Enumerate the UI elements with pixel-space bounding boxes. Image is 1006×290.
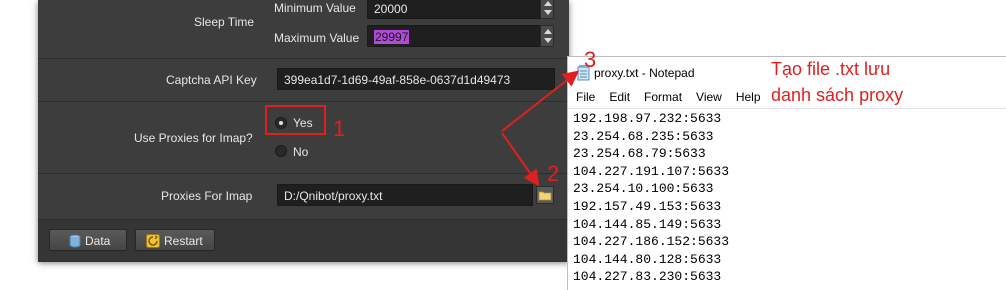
folder-icon bbox=[538, 191, 552, 201]
captcha-api-key-input[interactable]: 399ea1d7-1d69-49af-858e-0637d1d49473 bbox=[277, 68, 555, 90]
proxy-line: 104.227.83.230:5633 bbox=[573, 269, 722, 285]
spinner-down-icon[interactable] bbox=[544, 38, 552, 43]
annotation-note: Tạo file .txt lưu danh sách proxy bbox=[771, 56, 903, 108]
maximum-value-input[interactable]: 29997 bbox=[367, 25, 540, 47]
highlight-box bbox=[265, 105, 326, 135]
spinner-up-icon[interactable] bbox=[544, 1, 552, 6]
radio-no[interactable] bbox=[275, 145, 287, 157]
proxy-line: 104.144.80.128:5633 bbox=[573, 251, 722, 267]
maximum-value-label: Maximum Value bbox=[274, 31, 360, 45]
proxies-path-input[interactable]: D:/Qnibot/proxy.txt bbox=[277, 184, 533, 206]
menu-help[interactable]: Help bbox=[736, 90, 761, 104]
notepad-menubar: File Edit Format View Help bbox=[576, 90, 775, 104]
proxy-line: 23.254.10.100:5633 bbox=[573, 181, 714, 197]
annotation-number-2: 2 bbox=[547, 161, 560, 186]
captcha-api-key-text: 399ea1d7-1d69-49af-858e-0637d1d49473 bbox=[284, 73, 511, 87]
minimum-value-text: 20000 bbox=[374, 2, 408, 16]
sleep-time-label: Sleep Time bbox=[194, 15, 255, 29]
captcha-api-key-label: Captcha API Key bbox=[166, 73, 257, 87]
proxy-line: 104.144.85.149:5633 bbox=[573, 216, 722, 232]
menu-file[interactable]: File bbox=[576, 90, 595, 104]
annotation-note-line-1: Tạo file .txt lưu bbox=[771, 59, 891, 79]
database-icon bbox=[69, 234, 81, 248]
menu-view[interactable]: View bbox=[696, 90, 722, 104]
proxy-line: 23.254.68.235:5633 bbox=[573, 128, 714, 144]
proxy-line: 23.254.68.79:5633 bbox=[573, 146, 706, 162]
proxy-line: 192.198.97.232:5633 bbox=[573, 111, 722, 126]
minimum-value-input[interactable]: 20000 bbox=[367, 0, 540, 19]
notepad-title: proxy.txt - Notepad bbox=[594, 66, 695, 80]
row-divider bbox=[38, 58, 569, 59]
restart-button[interactable]: Restart bbox=[135, 229, 215, 251]
spinner-down-icon[interactable] bbox=[544, 10, 552, 15]
annotation-number-1: 1 bbox=[333, 116, 346, 141]
spinner-up-icon[interactable] bbox=[544, 29, 552, 34]
use-proxies-label: Use Proxies for Imap? bbox=[134, 131, 253, 145]
minimum-value-spinner[interactable] bbox=[540, 0, 554, 19]
minimum-value-label: Minimum Value bbox=[274, 1, 356, 15]
proxy-line: 104.227.191.107:5633 bbox=[573, 163, 730, 179]
annotation-note-line-2: danh sách proxy bbox=[771, 85, 904, 105]
proxies-path-text: D:/Qnibot/proxy.txt bbox=[284, 189, 383, 203]
menu-format[interactable]: Format bbox=[644, 90, 682, 104]
row-divider bbox=[38, 173, 569, 174]
menu-edit[interactable]: Edit bbox=[609, 90, 630, 104]
data-button-label: Data bbox=[85, 234, 111, 248]
proxies-for-imap-label: Proxies For Imap bbox=[161, 189, 253, 203]
maximum-value-text: 29997 bbox=[374, 30, 410, 44]
notepad-text-area[interactable]: 192.198.97.232:5633 23.254.68.235:5633 2… bbox=[573, 110, 729, 286]
row-divider bbox=[38, 101, 569, 102]
menu-divider bbox=[568, 108, 1006, 109]
proxy-line: 104.227.186.152:5633 bbox=[573, 234, 730, 250]
radio-no-label[interactable]: No bbox=[293, 145, 308, 159]
browse-folder-button[interactable] bbox=[536, 186, 554, 204]
proxy-line: 192.157.49.153:5633 bbox=[573, 198, 722, 214]
restart-button-label: Restart bbox=[164, 234, 203, 248]
annotation-number-3: 3 bbox=[584, 47, 597, 72]
restart-icon bbox=[146, 234, 160, 248]
data-button[interactable]: Data bbox=[49, 229, 127, 251]
maximum-value-spinner[interactable] bbox=[540, 25, 554, 47]
bottom-toolbar: Data Restart bbox=[38, 219, 569, 262]
